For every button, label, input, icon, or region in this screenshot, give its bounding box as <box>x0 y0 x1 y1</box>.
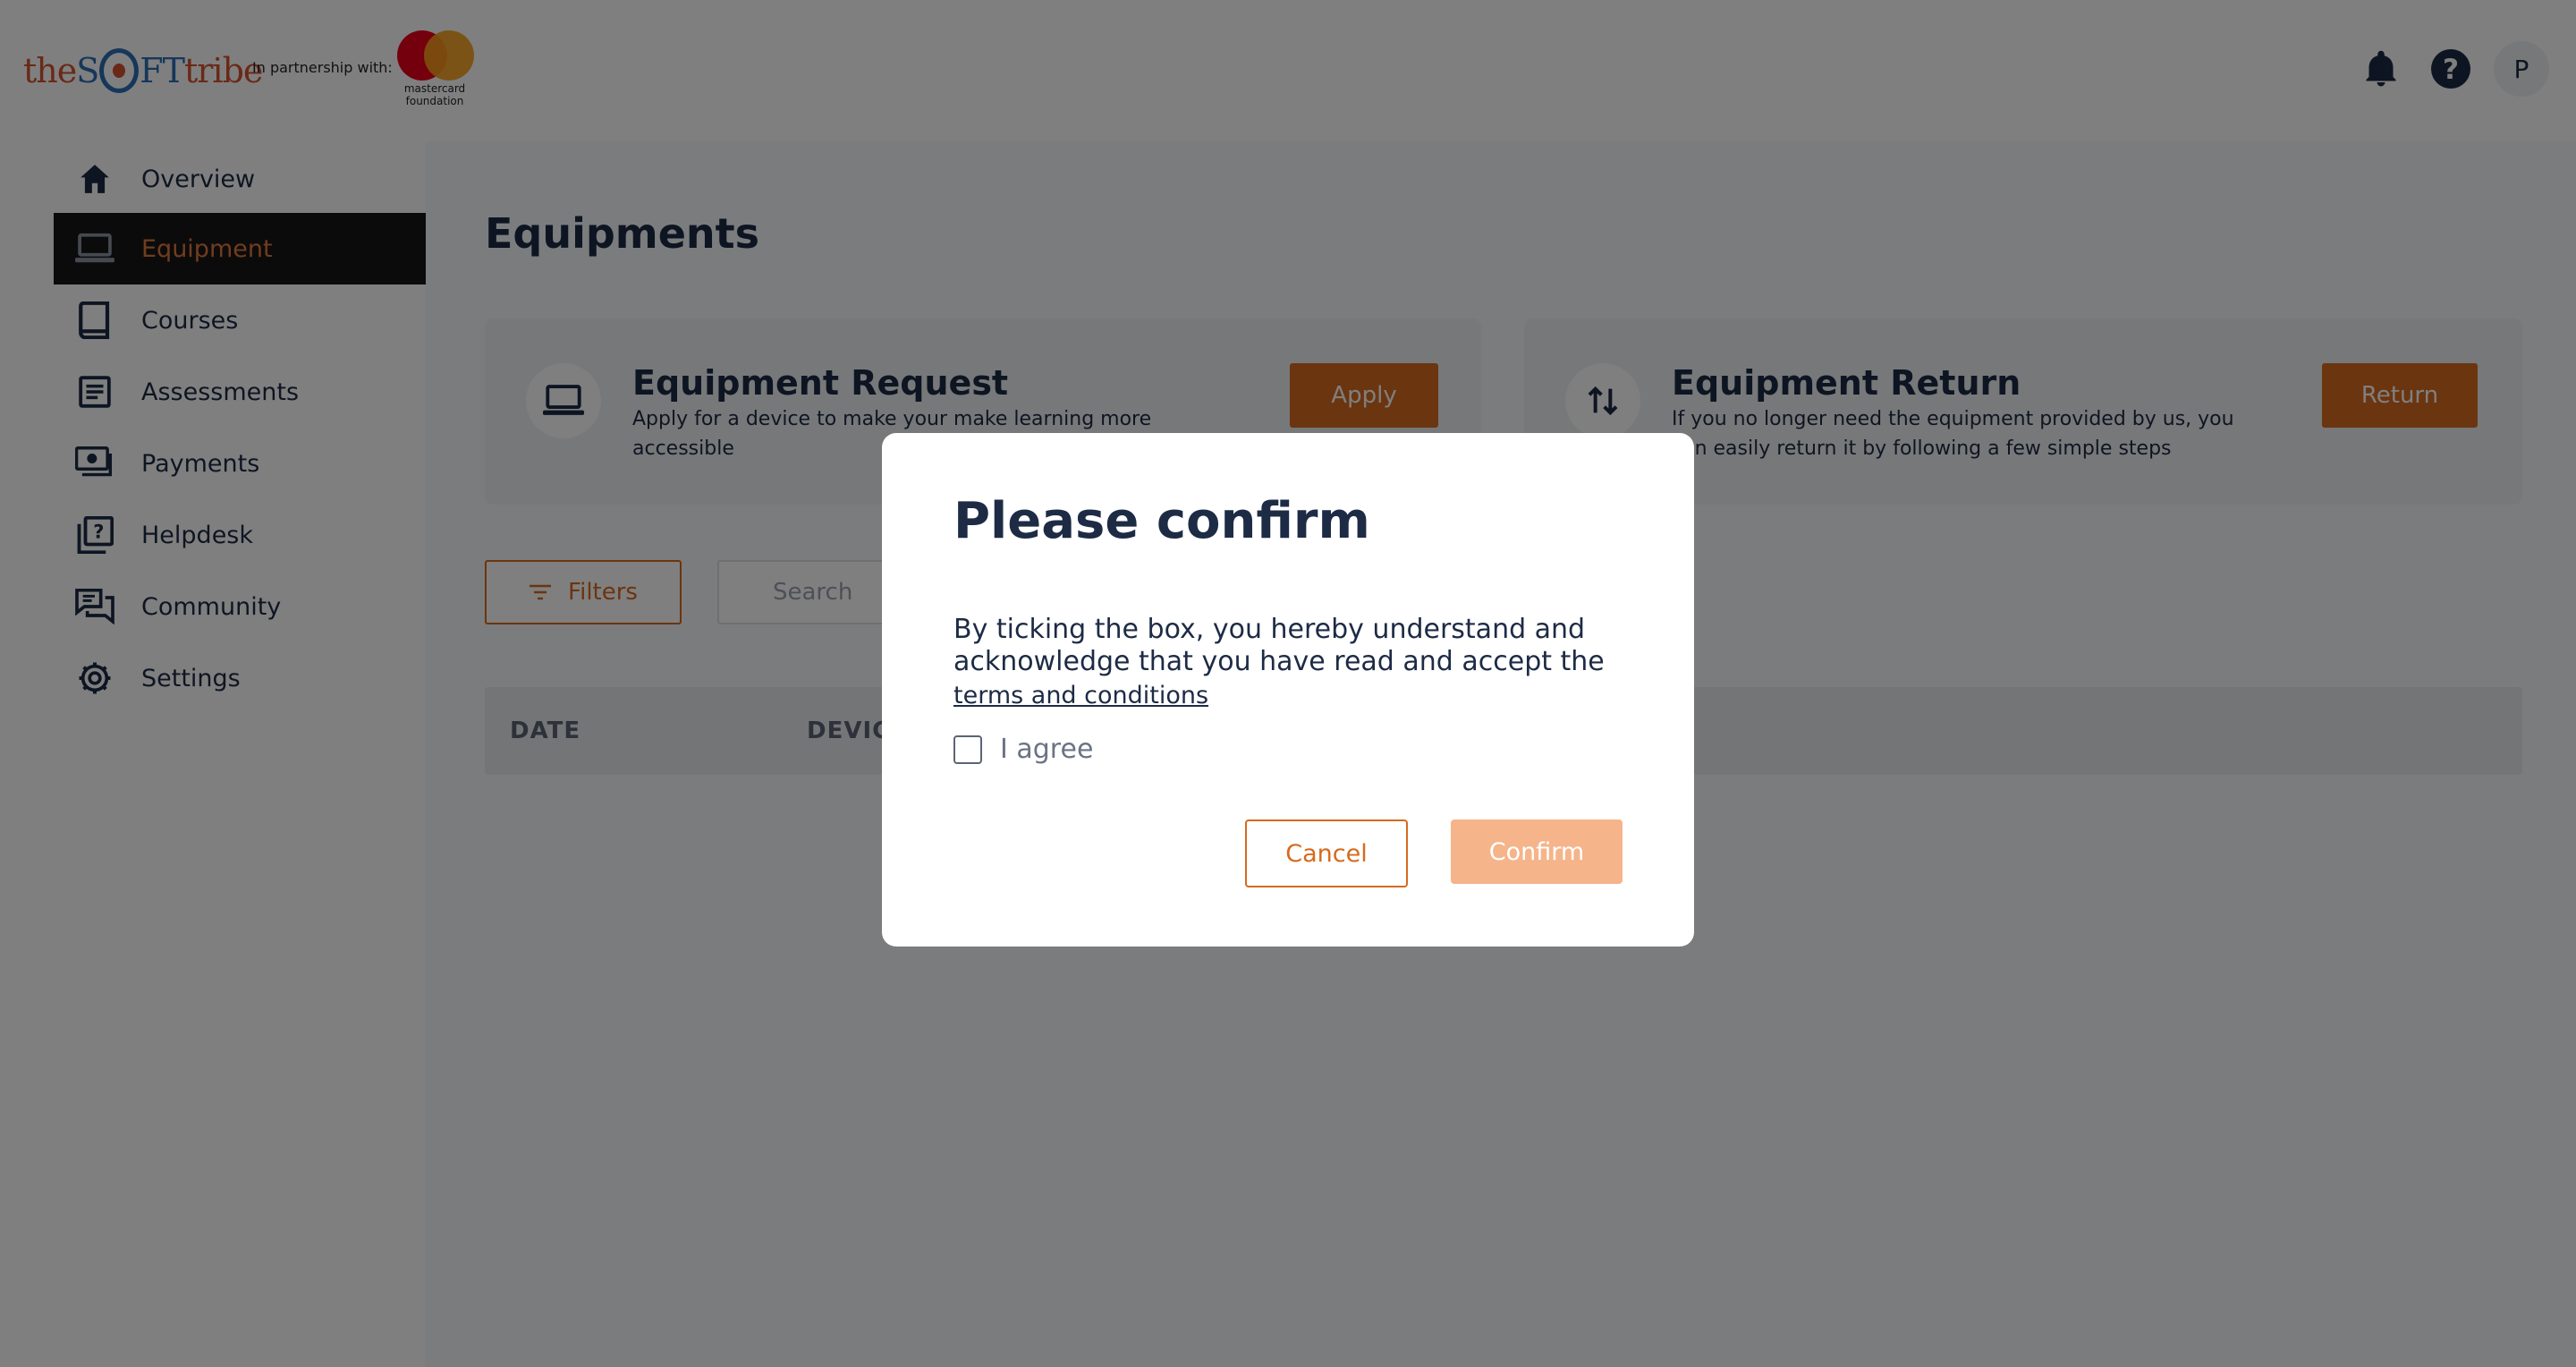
cancel-button[interactable]: Cancel <box>1245 819 1408 887</box>
confirm-button[interactable]: Confirm <box>1451 819 1623 884</box>
agree-checkbox[interactable] <box>953 734 982 764</box>
dialog-title: Please confirm <box>953 492 1370 550</box>
agree-checkbox-row[interactable]: I agree <box>953 734 1093 765</box>
terms-and-conditions-link[interactable]: terms and conditions <box>953 682 1208 709</box>
confirm-dialog: Please confirm By ticking the box, you h… <box>882 433 1694 947</box>
agree-checkbox-label[interactable]: I agree <box>1000 734 1093 765</box>
dialog-message: By ticking the box, you hereby understan… <box>953 614 1605 677</box>
